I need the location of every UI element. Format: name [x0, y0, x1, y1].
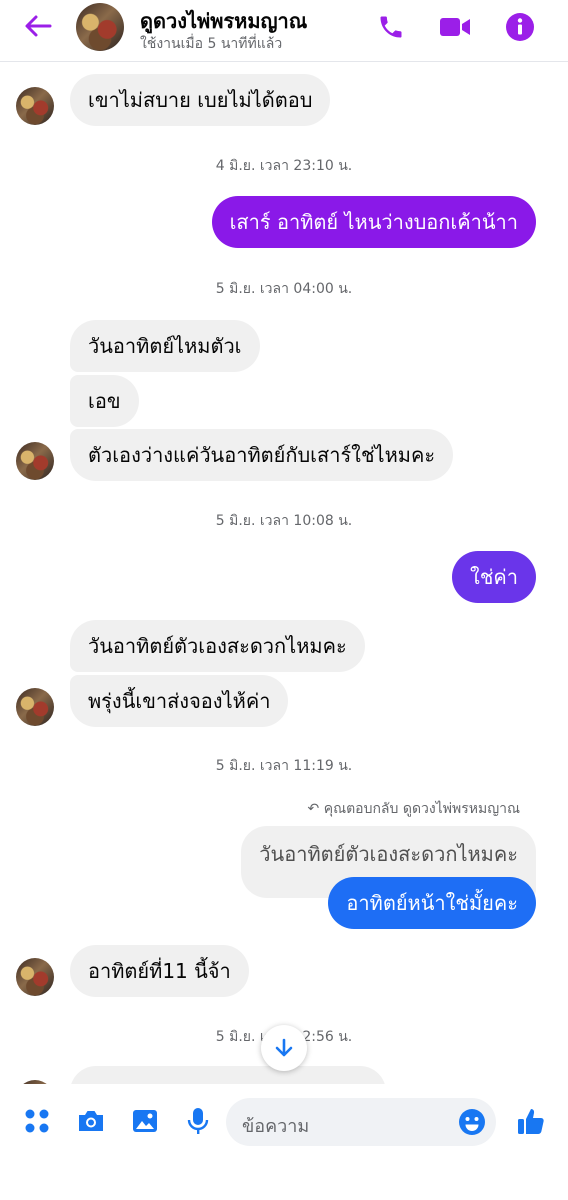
message-input[interactable]: ข้อความ	[226, 1098, 496, 1146]
message-incoming[interactable]: เขาไม่สบาย เบยไม่ได้ตอบ	[70, 74, 331, 126]
message-incoming[interactable]: อาทิตย์ที่11 นี้จ้า	[70, 945, 249, 997]
video-call-icon[interactable]	[438, 10, 472, 44]
scroll-down-button[interactable]	[261, 1025, 307, 1071]
timestamp: 5 มิ.ย. เวลา 10:08 น.	[215, 513, 353, 529]
message-incoming[interactable]: วันอาทิตย์ไหมตัวเ	[70, 320, 260, 372]
timestamp: 5 มิ.ย. เวลา 04:00 น.	[215, 281, 353, 297]
active-status: ใช้งานเมื่อ 5 นาทีที่แล้ว	[140, 36, 283, 52]
microphone-icon[interactable]	[181, 1104, 215, 1138]
message-outgoing[interactable]: ใช่ค่า	[452, 551, 536, 603]
sender-avatar[interactable]	[16, 958, 54, 996]
sender-avatar[interactable]	[16, 688, 54, 726]
message-incoming[interactable]: ตัวเองว่างแค่วันอาทิตย์กับเสาร์ใช่ไหมคะ	[70, 429, 454, 481]
reply-indicator-label: คุณตอบกลับ ดูดวงไพ่พรหมญาณ	[323, 801, 520, 817]
reply-indicator: ↶ คุณตอบกลับ ดูดวงไพ่พรหมญาณ	[308, 798, 520, 820]
reply-arrow-icon: ↶	[307, 801, 324, 817]
message-placeholder: ข้อความ	[242, 1116, 310, 1137]
gallery-icon[interactable]	[128, 1104, 162, 1138]
message-outgoing[interactable]: เสาร์ อาทิตย์ ไหนว่างบอกเค้าน้าา	[211, 196, 536, 248]
back-arrow-icon[interactable]	[18, 9, 58, 43]
message-incoming[interactable]: พรุ่งนี้เขาส่งจองไห้ค่า	[70, 675, 289, 727]
camera-icon[interactable]	[74, 1104, 108, 1138]
contact-avatar[interactable]	[76, 3, 124, 51]
emoji-icon[interactable]	[458, 1108, 486, 1136]
sender-avatar[interactable]	[16, 442, 54, 480]
info-icon[interactable]	[503, 10, 537, 44]
message-incoming[interactable]: เอข	[70, 375, 139, 427]
message-outgoing[interactable]: อาทิตย์หน้าใช่มั้ยคะ	[328, 877, 536, 929]
arrow-down-icon	[275, 1038, 293, 1057]
apps-grid-icon[interactable]	[20, 1104, 54, 1138]
timestamp: 5 มิ.ย. เวลา 11:19 น.	[215, 758, 353, 774]
bottom-toolbar-partial	[0, 1178, 568, 1200]
message-incoming[interactable]: วันอาทิตย์ตัวเองสะดวกไหมคะ	[70, 620, 365, 672]
chat-header: ดูดวงไพ่พรหมญาณ ใช้งานเมื่อ 5 นาทีที่แล้…	[0, 0, 568, 62]
phone-icon[interactable]	[374, 10, 408, 44]
like-thumb-icon[interactable]	[514, 1104, 548, 1138]
message-composer: ข้อความ	[0, 1084, 568, 1160]
sender-avatar[interactable]	[16, 87, 54, 125]
timestamp: 4 มิ.ย. เวลา 23:10 น.	[215, 158, 353, 174]
